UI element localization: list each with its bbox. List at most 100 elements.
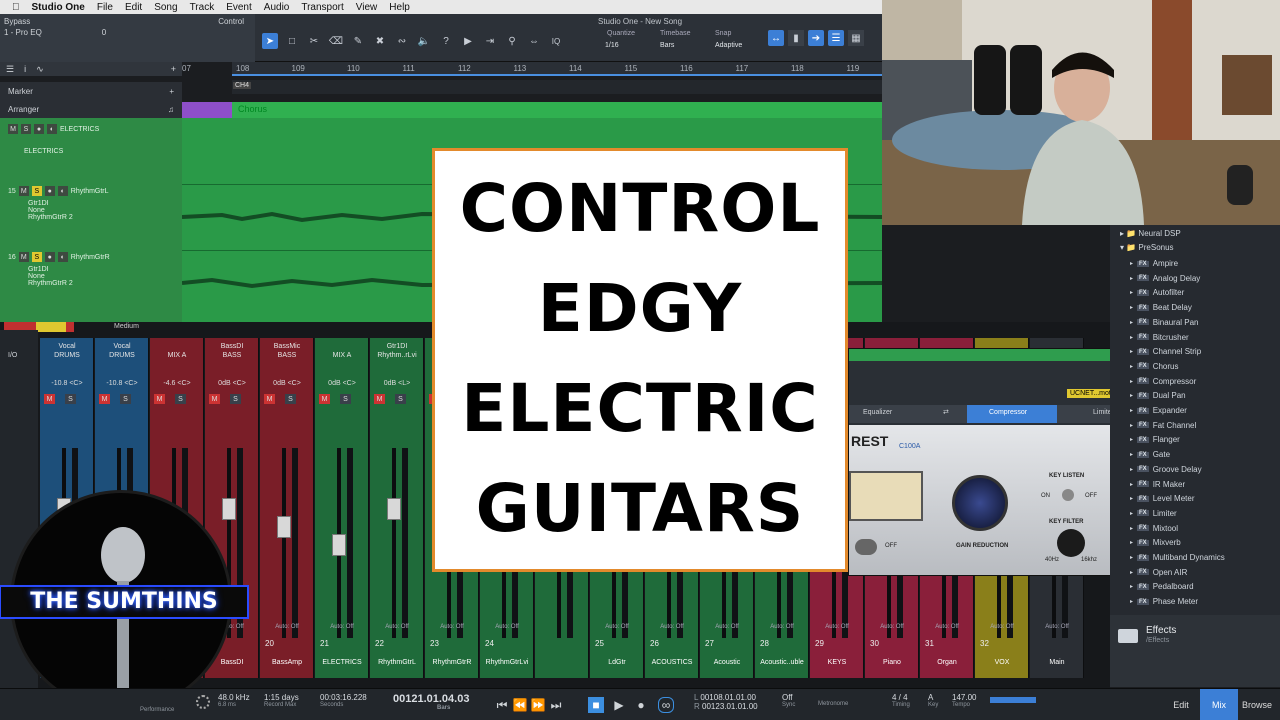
browser-item[interactable]: ▸ FX Analog Delay — [1130, 272, 1200, 285]
snap-toggle-icon[interactable]: ↔ — [768, 30, 784, 46]
automation-mode[interactable]: Auto: Off — [810, 624, 864, 630]
browser-item[interactable]: ▸ FX Level Meter — [1130, 492, 1194, 505]
arranger-section-chorus[interactable]: Chorus — [238, 104, 267, 114]
help-icon[interactable]: ? — [438, 33, 454, 49]
stop-icon[interactable]: ■ — [588, 697, 604, 713]
browser-item[interactable]: ▸ FX Beat Delay — [1130, 301, 1192, 314]
automation-mode[interactable]: Auto: Off — [1030, 624, 1084, 630]
mute-button[interactable]: M — [8, 124, 18, 134]
monitor-button[interactable]: ◐ — [57, 252, 68, 262]
follow-toggle-icon[interactable]: ➔ — [808, 30, 824, 46]
channel-label[interactable]: ELECTRICS — [315, 659, 369, 666]
browser-item[interactable]: ▸ FX Autofilter — [1130, 286, 1184, 299]
channel-label[interactable]: Acoustic..uble — [755, 659, 809, 666]
track-output[interactable]: RhythmGtrR 2 — [8, 280, 182, 287]
snap-icon[interactable]: ⇔ — [526, 33, 542, 49]
timeline-ruler[interactable]: 07 108 109 110 111 112 113 114 115 116 117 118 119 — [182, 62, 882, 76]
strip-input[interactable]: MIX A — [315, 342, 369, 360]
solo-button[interactable]: S — [31, 186, 42, 196]
menu-view[interactable]: View — [356, 2, 378, 13]
listen-tool-icon[interactable]: 🔈 — [416, 33, 432, 49]
channel-label[interactable]: LdGtr — [590, 659, 644, 666]
fader-cap[interactable] — [332, 534, 346, 556]
preset-label[interactable]: 1 - Pro EQ — [4, 28, 42, 37]
automation-mode[interactable]: Auto: Off — [590, 624, 644, 630]
list-icon[interactable]: ☰ — [6, 64, 14, 75]
menu-transport[interactable]: Transport — [301, 2, 343, 13]
autoscroll-icon[interactable]: ▶ — [460, 33, 476, 49]
tab-equalizer[interactable]: Equalizer — [863, 409, 892, 416]
channel-strip[interactable]: BassMic BASS 0dB <C> M S Auto: Off 20 BassAmp — [260, 338, 314, 678]
tab-compressor[interactable]: Compressor — [967, 405, 1057, 423]
range-tool-icon[interactable]: □ — [284, 33, 300, 49]
browser-item[interactable]: ▸ FX Limiter — [1130, 507, 1177, 520]
strip-volume[interactable]: 0dB <C> — [260, 380, 314, 387]
browser-folder-neural-dsp[interactable]: ▸ 📁 Neural DSP — [1120, 229, 1181, 238]
key[interactable]: A Key — [928, 693, 938, 708]
arranger-menu-icon[interactable]: ♫ — [168, 105, 174, 114]
menu-audio[interactable]: Audio — [264, 2, 290, 13]
mute-button[interactable]: M — [209, 394, 220, 404]
browser-item[interactable]: ▸ FX Binaural Pan — [1130, 316, 1199, 329]
record-button[interactable]: ● — [34, 124, 44, 134]
key-filter-knob[interactable] — [1057, 529, 1085, 557]
swap-icon[interactable]: ⇄ — [943, 408, 949, 416]
menu-app-name[interactable]: Studio One — [32, 2, 85, 13]
follow-icon[interactable]: ⇥ — [482, 33, 498, 49]
automation-mode[interactable]: Auto: Off — [865, 624, 919, 630]
quantize-select[interactable]: 1/16 — [605, 42, 619, 49]
strip-volume[interactable]: 0dB <C> — [315, 380, 369, 387]
automation-icon[interactable]: ∿ — [36, 64, 44, 75]
automation-mode[interactable]: Auto: Off — [645, 624, 699, 630]
strip-input[interactable]: BassMic BASS — [260, 342, 314, 360]
track-header-15[interactable]: 15 M S ● ◐ RhythmGtrL Gtr1DI None Rhythm… — [8, 186, 182, 221]
arrow-tool-icon[interactable]: ➤ — [262, 33, 278, 49]
menu-track[interactable]: Track — [190, 2, 215, 13]
browser-item[interactable]: ▸ FX Expander — [1130, 404, 1187, 417]
channel-label[interactable]: KEYS — [810, 659, 864, 666]
channel-label[interactable]: ACOUSTICS — [645, 659, 699, 666]
fader-cap[interactable] — [222, 498, 236, 520]
browser-item[interactable]: ▸ FX Gate — [1130, 448, 1170, 461]
browser-item[interactable]: ▸ FX Chorus — [1130, 360, 1178, 373]
marker-icon[interactable]: ▮ — [788, 30, 804, 46]
solo-button[interactable]: S — [340, 394, 351, 404]
browser-item[interactable]: ▸ FX Flanger — [1130, 433, 1180, 446]
page-edit[interactable]: Edit — [1162, 689, 1200, 720]
fader-cap[interactable] — [277, 516, 291, 538]
channel-label[interactable]: RhythmGtrR — [425, 659, 479, 666]
browser-item[interactable]: ▸ FX Open AIR — [1130, 566, 1187, 579]
browser-item[interactable]: ▸ FX Pedalboard — [1130, 580, 1194, 593]
metronome[interactable]: Metronome — [818, 701, 848, 707]
mute-tool-icon[interactable]: ✖ — [372, 33, 388, 49]
grid-icon[interactable]: ▦ — [848, 30, 864, 46]
add-marker-icon[interactable]: + — [169, 87, 174, 96]
automation-mode[interactable]: Auto: Off — [425, 624, 479, 630]
snap-select[interactable]: Adaptive — [715, 42, 742, 49]
strip-volume[interactable]: 0dB <L> — [370, 380, 424, 387]
automation-mode[interactable]: Auto: Off — [700, 624, 754, 630]
monitor-button[interactable]: ◐ — [47, 124, 57, 134]
rewind-icon[interactable]: ⏪ — [512, 697, 528, 713]
strip-input[interactable]: Vocal DRUMS — [95, 342, 149, 360]
bend-tool-icon[interactable]: ∾ — [394, 33, 410, 49]
solo-button[interactable]: S — [65, 394, 76, 404]
track-output[interactable]: RhythmGtrR 2 — [8, 214, 182, 221]
browser-item[interactable]: ▸ FX Phase Meter — [1130, 595, 1198, 608]
track-instrument[interactable]: None — [8, 273, 182, 280]
strip-input[interactable]: Vocal DRUMS — [40, 342, 94, 360]
record-button[interactable]: ● — [44, 252, 55, 262]
channel-strip[interactable]: Gtr1DI Rhythm..rLvi 0dB <L> M S Auto: Off 22 Rh… — [370, 338, 424, 678]
solo-button[interactable]: S — [395, 394, 406, 404]
track-header-folder[interactable]: M S ● ◐ ELECTRICS ELECTRICS — [8, 124, 182, 155]
browser-item[interactable]: ▸ FX Groove Delay — [1130, 463, 1202, 476]
sync[interactable]: Off Sync — [782, 693, 795, 708]
browser-item[interactable]: ▸ FX Mixtool — [1130, 522, 1178, 535]
browser-item[interactable]: ▸ FX Bitcrusher — [1130, 331, 1189, 344]
channel-label[interactable]: RhythmGtrL — [370, 659, 424, 666]
browser-item[interactable]: ▸ FX Channel Strip — [1130, 345, 1201, 358]
mute-button[interactable]: M — [18, 252, 29, 262]
mixer-size[interactable]: Medium — [114, 323, 139, 330]
info-icon[interactable]: i — [24, 64, 26, 74]
io-button[interactable]: I/O — [0, 330, 38, 359]
